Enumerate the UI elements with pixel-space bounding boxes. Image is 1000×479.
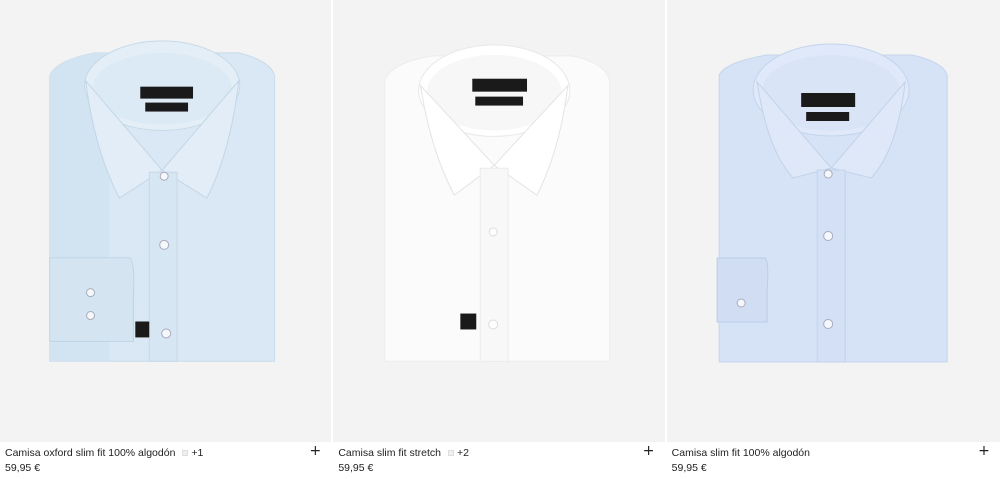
product-grid: Camisa oxford slim fit 100% algodón +1 5… xyxy=(0,0,1000,479)
shirt-image-cotton xyxy=(666,0,1000,442)
shirt-image-stretch xyxy=(333,1,665,441)
product-price: 59,95 € xyxy=(671,462,707,474)
shirt-image-oxford xyxy=(0,1,332,441)
color-swatch[interactable] xyxy=(448,450,455,456)
product-card[interactable]: Camisa slim fit stretch +2 59,95 € + xyxy=(333,0,667,479)
product-info: Camisa slim fit 100% algodón 59,95 € + xyxy=(667,442,1000,479)
product-name[interactable]: Camisa slim fit 100% algodón xyxy=(672,446,810,460)
plus-icon[interactable]: + xyxy=(308,444,322,458)
product-image[interactable] xyxy=(0,0,332,442)
product-name[interactable]: Camisa slim fit stretch xyxy=(338,446,441,460)
product-card[interactable]: Camisa oxford slim fit 100% algodón +1 5… xyxy=(0,0,334,479)
more-colors-count[interactable]: +1 xyxy=(191,446,203,460)
product-image[interactable] xyxy=(666,0,1000,442)
plus-icon[interactable]: + xyxy=(977,444,991,458)
plus-icon[interactable]: + xyxy=(642,444,656,458)
more-colors-count[interactable]: +2 xyxy=(457,446,469,460)
product-name[interactable]: Camisa oxford slim fit 100% algodón xyxy=(5,446,175,460)
product-price: 59,95 € xyxy=(5,462,41,474)
product-image[interactable] xyxy=(333,0,665,442)
product-price: 59,95 € xyxy=(338,462,374,474)
product-info: Camisa oxford slim fit 100% algodón +1 5… xyxy=(0,442,331,479)
product-card[interactable]: Camisa slim fit 100% algodón 59,95 € + xyxy=(666,0,1000,479)
color-swatch[interactable] xyxy=(182,450,189,456)
product-info: Camisa slim fit stretch +2 59,95 € + xyxy=(333,442,664,479)
